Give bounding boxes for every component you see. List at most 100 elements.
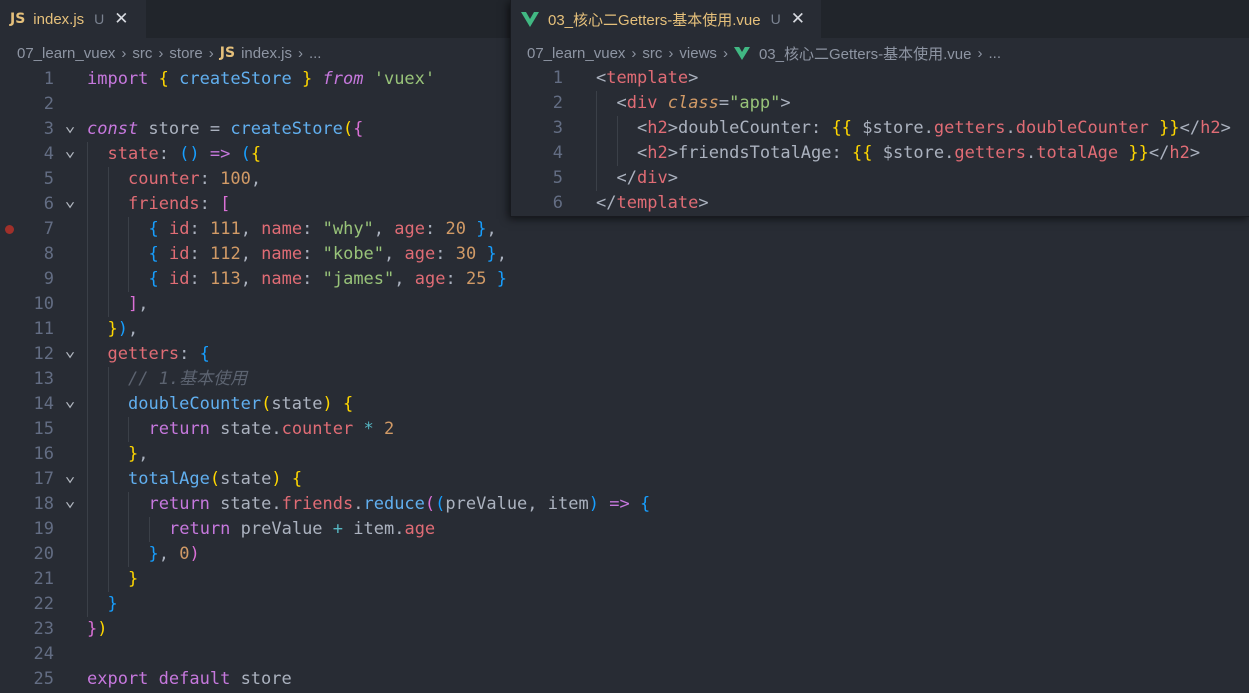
code-line[interactable]: 23}) — [0, 617, 1249, 642]
tab-vue-file[interactable]: 03_核心二Getters-基本使用.vue U ✕ — [511, 0, 821, 38]
code-line[interactable]: 15 return state.counter * 2 — [0, 417, 1249, 442]
breadcrumb-item[interactable]: store — [169, 45, 202, 62]
code-line[interactable]: 7 { id: 111, name: "why", age: 20 }, — [0, 217, 1249, 242]
indent-guide — [128, 492, 129, 517]
indent-guide — [87, 367, 88, 392]
fold-chevron-icon[interactable]: ⌄ — [62, 492, 78, 510]
code-text: { id: 112, name: "kobe", age: 30 }, — [149, 242, 507, 267]
code-token: ( — [342, 119, 354, 139]
breadcrumb-file[interactable]: index.js — [241, 45, 292, 62]
tab-index-js[interactable]: JS index.js U ✕ — [0, 0, 146, 38]
code-token: } — [148, 544, 159, 564]
code-line[interactable]: 21} — [0, 567, 1249, 592]
code-token: return — [148, 419, 210, 439]
line-number: 16 — [33, 444, 54, 464]
code-token: 111 — [209, 219, 241, 239]
code-line[interactable]: 9 { id: 113, name: "james", age: 25 } — [0, 267, 1249, 292]
code-line[interactable]: 11}), — [0, 317, 1249, 342]
code-token: { — [639, 494, 651, 514]
code-token: { — [148, 219, 159, 239]
code-token: item — [547, 494, 589, 514]
code-line[interactable]: 4 <h2>friendsTotalAge: {{ $store.getters.… — [511, 141, 1249, 166]
code-token: , — [527, 494, 548, 514]
code-line[interactable]: 22} — [0, 592, 1249, 617]
code-token: state. — [209, 419, 282, 439]
breadcrumb-item[interactable]: views — [679, 45, 717, 62]
code-token: age — [394, 219, 425, 239]
code-area[interactable]: 1 <template> 2 <div class="app"> 3 <h2>double… — [511, 66, 1249, 216]
code-text: import { createStore } from 'vuex' — [87, 67, 435, 92]
code-text: // 1.基本使用 — [128, 367, 247, 392]
indent-guide — [87, 467, 88, 492]
breadcrumb-item[interactable]: src — [132, 45, 152, 62]
js-file-icon: JS — [219, 45, 236, 61]
indent-guide — [107, 567, 109, 592]
code-token: [ — [220, 194, 231, 214]
fold-chevron-icon[interactable]: ⌄ — [62, 142, 78, 160]
code-text: </template> — [596, 191, 709, 216]
close-icon[interactable]: ✕ — [114, 9, 128, 29]
code-line[interactable]: 5 </div> — [511, 166, 1249, 191]
fold-chevron-icon[interactable]: ⌄ — [62, 392, 78, 410]
code-line[interactable]: 8 { id: 112, name: "kobe", age: 30 }, — [0, 242, 1249, 267]
code-token: totalAge — [1036, 143, 1119, 163]
breadcrumb-item[interactable]: 07_learn_vuex — [527, 45, 625, 62]
indent-guide — [128, 417, 129, 442]
code-text: return state.friends.reduce((preValue, i… — [149, 492, 651, 517]
code-line[interactable]: 10], — [0, 292, 1249, 317]
fold-chevron-icon[interactable]: ⌄ — [62, 192, 78, 210]
code-line[interactable]: 18 ⌄ return state.friends.reduce((preValue… — [0, 492, 1249, 517]
code-token: . — [1026, 143, 1037, 163]
code-token: "james" — [322, 269, 395, 289]
code-token: createStore — [230, 119, 343, 139]
code-line[interactable]: 1 <template> — [511, 66, 1249, 91]
code-token: doubleCounter — [1015, 118, 1149, 138]
code-line[interactable]: 13 // 1.基本使用 — [0, 367, 1249, 392]
line-number: 11 — [33, 319, 54, 339]
breadcrumb-item[interactable]: 07_learn_vuex — [17, 45, 115, 62]
code-token: ) — [588, 494, 599, 514]
line-number: 23 — [33, 619, 54, 639]
code-line[interactable]: 17 ⌄ totalAge(state) { — [0, 467, 1249, 492]
code-line[interactable]: 16}, — [0, 442, 1249, 467]
breadcrumb-more[interactable]: ... — [989, 45, 1002, 62]
code-line[interactable]: 12 ⌄ getters: { — [0, 342, 1249, 367]
code-line[interactable]: 2 <div class="app"> — [511, 91, 1249, 116]
code-line[interactable]: 24 — [0, 642, 1249, 667]
code-token: ) — [189, 544, 200, 564]
code-text: <h2>doubleCounter: {{ $store.getters.dou… — [637, 116, 1231, 141]
code-token: "app" — [729, 93, 781, 113]
chevron-right-icon: › — [722, 44, 728, 62]
code-token: }} — [1159, 118, 1180, 138]
line-number: 2 — [552, 93, 563, 113]
indent-guide — [107, 442, 109, 467]
code-token: : — [435, 244, 456, 264]
code-line[interactable]: 3 <h2>doubleCounter: {{ $store.getters.do… — [511, 116, 1249, 141]
code-token: , — [384, 244, 405, 264]
code-token: , — [138, 444, 149, 464]
code-token: div — [626, 93, 658, 113]
code-token: , — [394, 269, 415, 289]
code-line[interactable]: 19 return preValue + item.age — [0, 517, 1249, 542]
line-number: 21 — [33, 569, 54, 589]
breadcrumb-more[interactable]: ... — [309, 45, 322, 62]
code-line[interactable]: 25 export default store — [0, 667, 1249, 692]
fold-chevron-icon[interactable]: ⌄ — [62, 117, 78, 135]
close-icon[interactable]: ✕ — [791, 9, 805, 29]
chevron-right-icon: › — [668, 44, 674, 62]
code-line[interactable]: 14 ⌄ doubleCounter(state) { — [0, 392, 1249, 417]
code-line[interactable]: 6 </template> — [511, 191, 1249, 216]
fold-chevron-icon[interactable]: ⌄ — [62, 467, 78, 485]
breadcrumb-file[interactable]: 03_核心二Getters-基本使用.vue — [759, 43, 972, 64]
code-line[interactable]: 20}, 0) — [0, 542, 1249, 567]
indent-guide — [107, 492, 109, 517]
fold-chevron-icon[interactable]: ⌄ — [62, 342, 78, 360]
breadcrumb-item[interactable]: src — [642, 45, 662, 62]
